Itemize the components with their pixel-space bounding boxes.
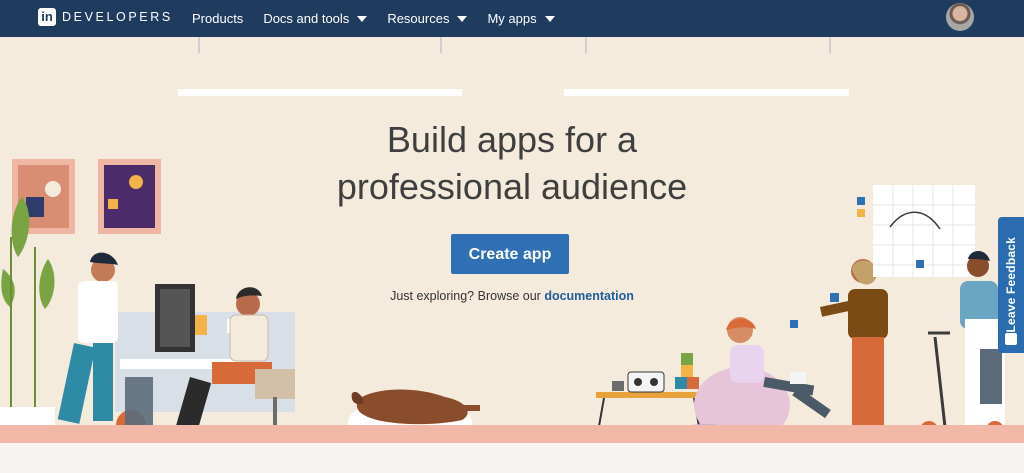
chevron-down-icon <box>544 15 555 22</box>
nav-docs-and-tools[interactable]: Docs and tools <box>263 11 368 26</box>
nav-resources[interactable]: Resources <box>387 11 468 26</box>
floor <box>0 425 1024 443</box>
nav-links: Products Docs and tools Resources My app… <box>192 0 575 37</box>
linkedin-icon: in <box>38 8 56 26</box>
hero-section: Build apps for a professional audience C… <box>0 37 1024 443</box>
feedback-label: Leave Feedback <box>1004 237 1018 333</box>
leave-feedback-tab[interactable]: Leave Feedback <box>998 217 1024 353</box>
nav-products-label: Products <box>192 11 244 26</box>
left-workspace <box>36 252 295 441</box>
nav-products[interactable]: Products <box>192 11 243 26</box>
nav-my-apps-label: My apps <box>487 11 537 26</box>
right-person <box>920 251 1005 439</box>
nav-docs-label: Docs and tools <box>263 11 350 26</box>
whiteboard <box>857 185 975 277</box>
chevron-down-icon <box>357 15 368 22</box>
wall-art <box>12 159 161 234</box>
standing-woman <box>820 259 892 438</box>
hero-illustration <box>0 159 1005 443</box>
avatar[interactable] <box>946 3 974 31</box>
nav-resources-label: Resources <box>387 11 450 26</box>
chevron-down-icon <box>457 15 468 22</box>
feedback-icon <box>1005 333 1017 345</box>
developers-logo[interactable]: in DEVELOPERS <box>38 8 173 26</box>
nav-my-apps[interactable]: My apps <box>487 11 555 26</box>
bottom-strip <box>0 443 1024 473</box>
brand-text: DEVELOPERS <box>62 10 173 24</box>
top-navigation: in DEVELOPERS Products Docs and tools Re… <box>0 0 1024 37</box>
